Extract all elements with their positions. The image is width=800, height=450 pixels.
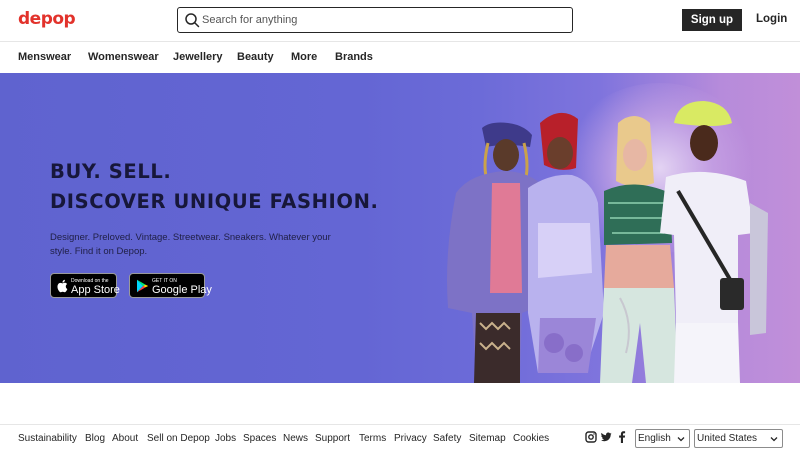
model-2-figure — [528, 112, 604, 373]
nav-item-womenswear[interactable]: Womenswear — [88, 51, 159, 63]
nav-item-brands[interactable]: Brands — [335, 51, 373, 63]
footer-link-about[interactable]: About — [112, 433, 138, 444]
category-nav: Menswear Womenswear Jewellery Beauty Mor… — [0, 41, 800, 73]
hero-banner: BUY. SELL. DISCOVER UNIQUE FASHION. Desi… — [0, 73, 800, 383]
footer-link-blog[interactable]: Blog — [85, 433, 105, 444]
footer-link-cookies[interactable]: Cookies — [513, 433, 549, 444]
instagram-icon[interactable] — [585, 431, 597, 443]
facebook-icon[interactable] — [616, 431, 628, 443]
country-select-value: United States — [697, 433, 758, 444]
app-store-label: App Store — [71, 284, 120, 296]
login-link[interactable]: Login — [756, 13, 787, 25]
chevron-down-icon — [770, 437, 778, 442]
search-input[interactable] — [202, 10, 562, 30]
model-3-figure — [600, 116, 678, 383]
hero-headline-line1: BUY. SELL. — [50, 160, 172, 183]
footer-link-sell-on-depop[interactable]: Sell on Depop — [147, 433, 210, 444]
site-header: depop Sign up Login — [0, 0, 800, 41]
google-play-button[interactable]: GET IT ON Google Play — [129, 273, 212, 298]
language-select[interactable]: English — [635, 429, 690, 448]
footer-link-terms[interactable]: Terms — [359, 433, 386, 444]
footer-link-sitemap[interactable]: Sitemap — [469, 433, 506, 444]
app-store-button[interactable]: Download on the App Store — [50, 273, 120, 298]
country-select[interactable]: United States — [694, 429, 783, 448]
depop-logo[interactable]: depop — [18, 9, 76, 29]
twitter-icon[interactable] — [600, 431, 612, 443]
footer-link-jobs[interactable]: Jobs — [215, 433, 236, 444]
nav-item-jewellery[interactable]: Jewellery — [173, 51, 223, 63]
search-bar[interactable] — [177, 7, 573, 33]
sign-up-button[interactable]: Sign up — [682, 9, 742, 31]
google-play-label: Google Play — [152, 284, 212, 296]
language-select-value: English — [638, 433, 671, 444]
footer-link-news[interactable]: News — [283, 433, 308, 444]
chevron-down-icon — [677, 437, 685, 442]
google-play-icon — [137, 279, 149, 293]
nav-item-menswear[interactable]: Menswear — [18, 51, 71, 63]
hero-headline-line2: DISCOVER UNIQUE FASHION. — [50, 190, 379, 213]
model-4-figure — [660, 101, 768, 383]
footer-link-support[interactable]: Support — [315, 433, 350, 444]
site-footer: Sustainability Blog About Sell on Depop … — [0, 424, 800, 450]
search-icon — [185, 13, 200, 28]
apple-icon — [57, 279, 68, 293]
nav-item-beauty[interactable]: Beauty — [237, 51, 274, 63]
footer-link-sustainability[interactable]: Sustainability — [18, 433, 77, 444]
hero-subtext: Designer. Preloved. Vintage. Streetwear.… — [50, 232, 331, 257]
footer-link-safety[interactable]: Safety — [433, 433, 461, 444]
nav-item-more[interactable]: More — [291, 51, 317, 63]
footer-link-privacy[interactable]: Privacy — [394, 433, 427, 444]
hero-models-photo — [447, 101, 768, 383]
footer-link-spaces[interactable]: Spaces — [243, 433, 276, 444]
